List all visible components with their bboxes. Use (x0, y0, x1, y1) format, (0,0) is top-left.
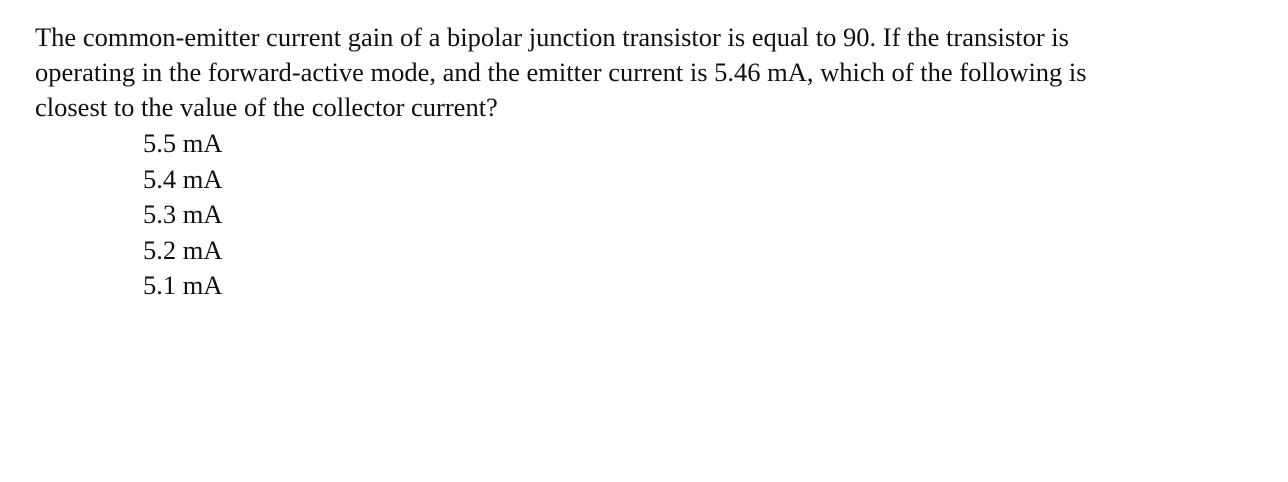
question-line-2: operating in the forward-active mode, an… (35, 57, 1087, 87)
document-page: The common-emitter current gain of a bip… (0, 0, 1288, 482)
answer-choice-3: 5.3 mA (143, 199, 223, 229)
question-line-3: closest to the value of the collector cu… (35, 92, 498, 122)
answer-choices: 5.5 mA 5.4 mA 5.3 mA 5.2 mA 5.1 mA (143, 126, 223, 304)
answer-choice-4: 5.2 mA (143, 234, 223, 265)
answer-choice-1: 5.5 mA (143, 128, 223, 158)
answer-choice-5: 5.1 mA (143, 270, 223, 300)
question-text: The common-emitter current gain of a bip… (35, 20, 1245, 125)
question-line-1: The common-emitter current gain of a bip… (35, 22, 1069, 52)
answer-choice-2: 5.4 mA (143, 163, 223, 194)
